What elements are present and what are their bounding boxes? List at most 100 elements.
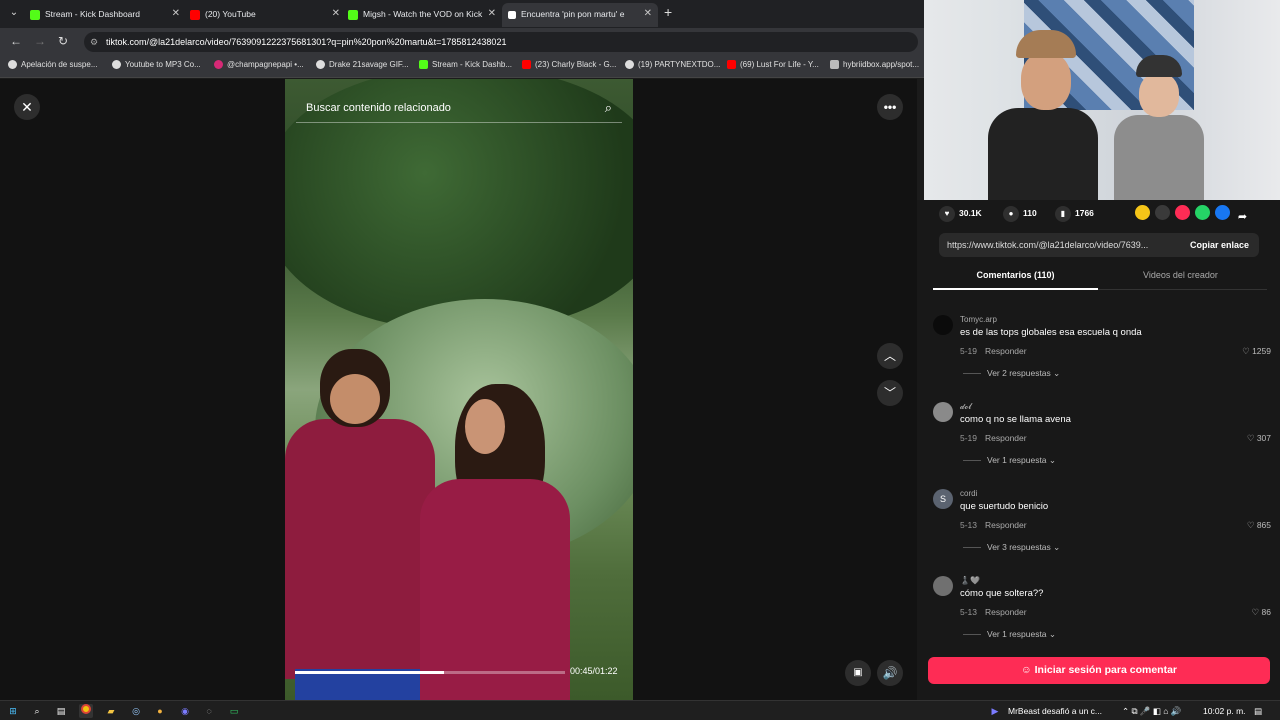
share-arrow-icon[interactable]: ➦ xyxy=(1235,210,1250,225)
previous-video-icon[interactable]: ︿ xyxy=(877,343,903,369)
tab-search-icon[interactable]: ⌄ xyxy=(6,5,22,21)
steam-icon[interactable]: ◎ xyxy=(129,704,143,718)
view-replies-label: Ver 3 respuestas xyxy=(987,542,1051,552)
comment-username[interactable]: Tomyc.arp xyxy=(960,315,997,324)
close-video-button[interactable]: ✕ xyxy=(14,94,40,120)
tab-comments[interactable]: Comentarios (110) xyxy=(933,270,1098,290)
site-info-icon[interactable]: ⚙ xyxy=(90,32,98,52)
comment-item: 𝓭𝓸𝓵 como q no se llama avena 5-19 Respon… xyxy=(933,402,1273,482)
bookmark-item[interactable]: hybriidbox.app/spot... xyxy=(830,60,920,70)
bookmark-label: (19) PARTYNEXTDO... xyxy=(638,60,721,69)
windows-start-icon[interactable]: ⊞ xyxy=(6,704,20,718)
close-tab-icon[interactable]: ✕ xyxy=(488,3,496,25)
comment-like-button[interactable]: ♡ 307 xyxy=(1247,433,1271,444)
bookmark-item[interactable]: (69) Lust For Life - Y... xyxy=(727,60,819,70)
tab-kick-dashboard[interactable]: Stream - Kick Dashboard ✕ xyxy=(30,3,180,27)
webcam-person xyxy=(1114,55,1204,200)
url-field[interactable]: ⚙ tiktok.com/@la21delarco/video/76390912… xyxy=(84,32,918,52)
media-notification[interactable]: MrBeast desafió a un c... xyxy=(1008,706,1102,716)
reply-button[interactable]: Responder xyxy=(985,520,1027,530)
chrome-icon[interactable] xyxy=(79,704,93,718)
tab-tiktok[interactable]: Encuentra 'pin pon martu' e ✕ xyxy=(502,3,658,27)
avatar[interactable]: S xyxy=(933,489,953,509)
media-app-icon[interactable]: ▶ xyxy=(988,704,1002,718)
bookmark-item[interactable]: Stream - Kick Dashb... xyxy=(419,60,512,70)
task-view-icon[interactable]: ▤ xyxy=(54,704,68,718)
close-tab-icon[interactable]: ✕ xyxy=(172,3,180,25)
globe-icon xyxy=(112,60,121,70)
tab-creator-videos[interactable]: Videos del creador xyxy=(1098,270,1263,290)
comment-username[interactable]: cordi xyxy=(960,489,977,498)
reply-button[interactable]: Responder xyxy=(985,607,1027,617)
avatar[interactable] xyxy=(933,402,953,422)
comment-like-button[interactable]: ♡ 86 xyxy=(1252,607,1271,618)
bookmark-item[interactable]: (19) PARTYNEXTDO... xyxy=(625,60,721,70)
comment-icon: ☺ xyxy=(1020,664,1035,676)
avatar[interactable] xyxy=(933,315,953,335)
more-options-icon[interactable]: ••• xyxy=(877,94,903,120)
bookmark-item[interactable]: (23) Charly Black - G... xyxy=(522,60,616,70)
reply-button[interactable]: Responder xyxy=(985,433,1027,443)
facebook-icon[interactable] xyxy=(1215,205,1230,220)
comment-username[interactable]: 𝓭𝓸𝓵 xyxy=(960,402,971,412)
bookmark-label: hybriidbox.app/spot... xyxy=(843,60,920,69)
search-icon[interactable]: ⌕ xyxy=(605,95,612,121)
app-icon[interactable]: ◉ xyxy=(178,704,192,718)
heart-icon: ♥ xyxy=(939,206,955,222)
app-icon[interactable]: ● xyxy=(153,704,167,718)
comment-like-button[interactable]: ♡ 1259 xyxy=(1242,346,1271,357)
embed-icon[interactable] xyxy=(1155,205,1170,220)
pip-icon[interactable]: ▣ xyxy=(845,660,871,686)
view-replies-button[interactable]: Ver 1 respuesta ⌄ xyxy=(963,629,1056,640)
forward-icon[interactable]: → xyxy=(34,34,46,48)
login-to-comment-button[interactable]: ☺ Iniciar sesión para comentar xyxy=(928,657,1270,684)
next-video-icon[interactable]: ﹀ xyxy=(877,380,903,406)
bookmark-item[interactable]: @champagnepapi •... xyxy=(214,60,304,70)
comment-like-button[interactable]: ♡ 865 xyxy=(1247,520,1271,531)
new-tab-button[interactable]: + xyxy=(664,4,672,20)
save-button[interactable]: ▮ 1766 xyxy=(1055,206,1094,222)
divider xyxy=(963,634,981,636)
hybriidbox-icon xyxy=(830,60,839,70)
coin-icon[interactable] xyxy=(1135,205,1150,220)
comment-button[interactable]: ● 110 xyxy=(1003,206,1037,222)
reload-icon[interactable]: ↻ xyxy=(58,34,68,48)
view-replies-button[interactable]: Ver 2 respuestas ⌄ xyxy=(963,368,1060,379)
search-icon[interactable]: ⌕ xyxy=(30,704,44,718)
app-icon[interactable]: ◌ xyxy=(202,704,216,718)
address-bar: ← → ↻ ⚙ tiktok.com/@la21delarco/video/76… xyxy=(0,28,924,56)
like-button[interactable]: ♥ 30.1K xyxy=(939,206,982,222)
view-replies-button[interactable]: Ver 3 respuestas ⌄ xyxy=(963,542,1060,553)
send-icon[interactable] xyxy=(1175,205,1190,220)
comment-date: 5-13 xyxy=(960,520,978,530)
reply-button[interactable]: Responder xyxy=(985,346,1027,356)
comment-date: 5-19 xyxy=(960,433,978,443)
file-explorer-icon[interactable]: ▰ xyxy=(104,704,118,718)
bookmark-item[interactable]: Apelación de suspe... xyxy=(8,60,98,70)
bookmark-item[interactable]: Youtube to MP3 Co... xyxy=(112,60,201,70)
comment-username[interactable]: ♟️🩶 xyxy=(960,576,980,585)
video-progress-bar[interactable] xyxy=(295,671,565,674)
system-tray-icons[interactable]: ⌃ ⧉ 🎤 ◧ ⌂ 🔊 xyxy=(1122,706,1181,717)
bookmark-item[interactable]: Drake 21savage GIF... xyxy=(316,60,409,70)
related-search-input[interactable]: Buscar contenido relacionado ⌕ xyxy=(296,95,622,123)
close-tab-icon[interactable]: ✕ xyxy=(644,3,652,25)
tab-kick-vod[interactable]: Migsh - Watch the VOD on Kick ✕ xyxy=(348,3,496,27)
volume-icon[interactable]: 🔊 xyxy=(877,660,903,686)
bookmark-label: Drake 21savage GIF... xyxy=(329,60,409,69)
back-icon[interactable]: ← xyxy=(10,34,22,48)
comment-like-count: 86 xyxy=(1261,607,1271,617)
view-replies-button[interactable]: Ver 1 respuesta ⌄ xyxy=(963,455,1056,466)
copy-link-button[interactable]: Copiar enlace xyxy=(1190,233,1249,257)
webcam-person xyxy=(988,30,1098,200)
clock[interactable]: 10:02 p. m. xyxy=(1203,706,1246,716)
close-tab-icon[interactable]: ✕ xyxy=(332,3,340,25)
notifications-icon[interactable]: ▤ xyxy=(1254,706,1262,717)
avatar[interactable] xyxy=(933,576,953,596)
tab-youtube[interactable]: (20) YouTube ✕ xyxy=(190,3,340,27)
video-player[interactable] xyxy=(285,79,633,700)
whatsapp-icon[interactable] xyxy=(1195,205,1210,220)
divider xyxy=(963,547,981,549)
app-icon[interactable]: ▭ xyxy=(227,704,241,718)
video-frame xyxy=(420,479,570,700)
